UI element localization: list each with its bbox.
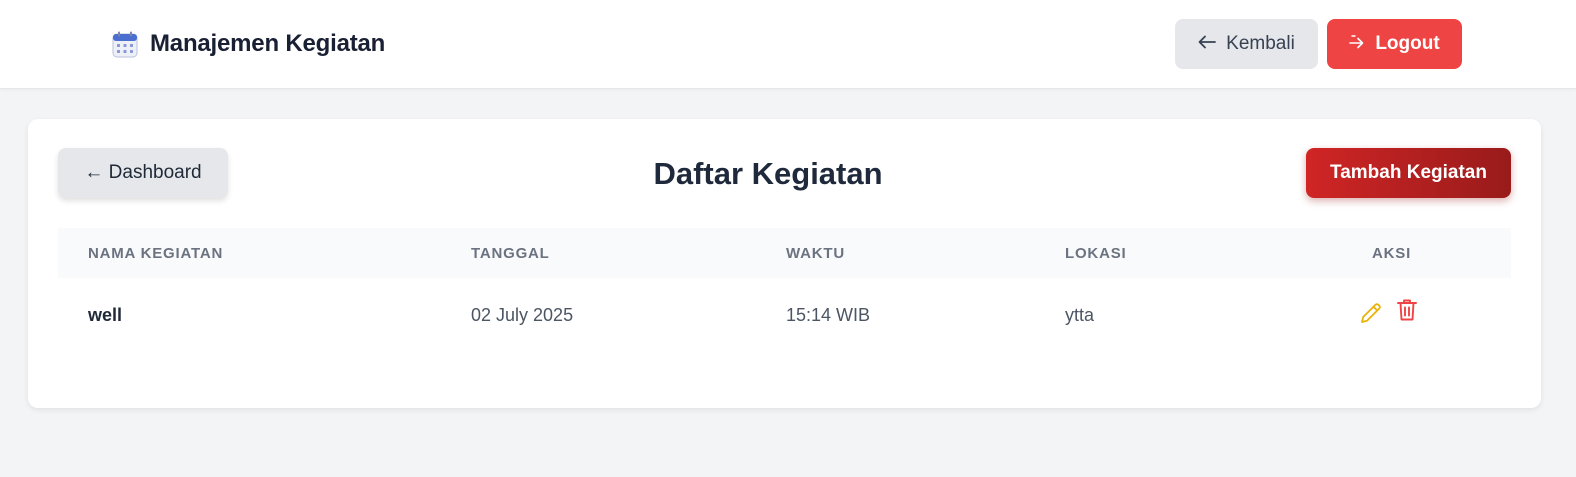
column-header-tanggal: TANGGAL <box>471 245 550 262</box>
logout-button[interactable]: Logout <box>1327 19 1462 69</box>
add-activity-button[interactable]: Tambah Kegiatan <box>1306 148 1511 198</box>
cell-tanggal: 02 July 2025 <box>471 305 574 325</box>
delete-icon[interactable] <box>1394 297 1420 323</box>
cell-lokasi: ytta <box>1065 305 1095 325</box>
column-header-waktu: WAKTU <box>786 245 845 262</box>
column-header-lokasi: LOKASI <box>1065 245 1127 262</box>
arrow-left-icon <box>1198 33 1217 55</box>
edit-icon[interactable] <box>1358 300 1384 326</box>
column-header-nama: NAMA KEGIATAN <box>88 245 224 262</box>
table-header: NAMA KEGIATAN TANGGAL WAKTU LOKASI AKSI <box>58 228 1511 278</box>
back-button-label: Kembali <box>1226 33 1295 54</box>
brand: Manajemen Kegiatan <box>112 30 385 58</box>
column-header-aksi: AKSI <box>1372 245 1412 262</box>
app-title: Manajemen Kegiatan <box>150 30 386 57</box>
top-navbar: Manajemen Kegiatan Kembali Logout <box>0 0 1576 89</box>
back-button[interactable]: Kembali <box>1175 19 1318 69</box>
calendar-icon <box>112 31 138 58</box>
activity-list-card: ← Dashboard Daftar Kegiatan Tambah Kegia… <box>28 119 1541 408</box>
cell-waktu: 15:14 WIB <box>786 305 871 325</box>
page-title: Daftar Kegiatan <box>653 156 883 191</box>
cell-nama: well <box>88 305 123 325</box>
table-row: well 02 July 2025 15:14 WIB ytta <box>58 278 1511 350</box>
logout-arrow-icon <box>1349 33 1365 55</box>
logout-button-label: Logout <box>1375 33 1440 54</box>
